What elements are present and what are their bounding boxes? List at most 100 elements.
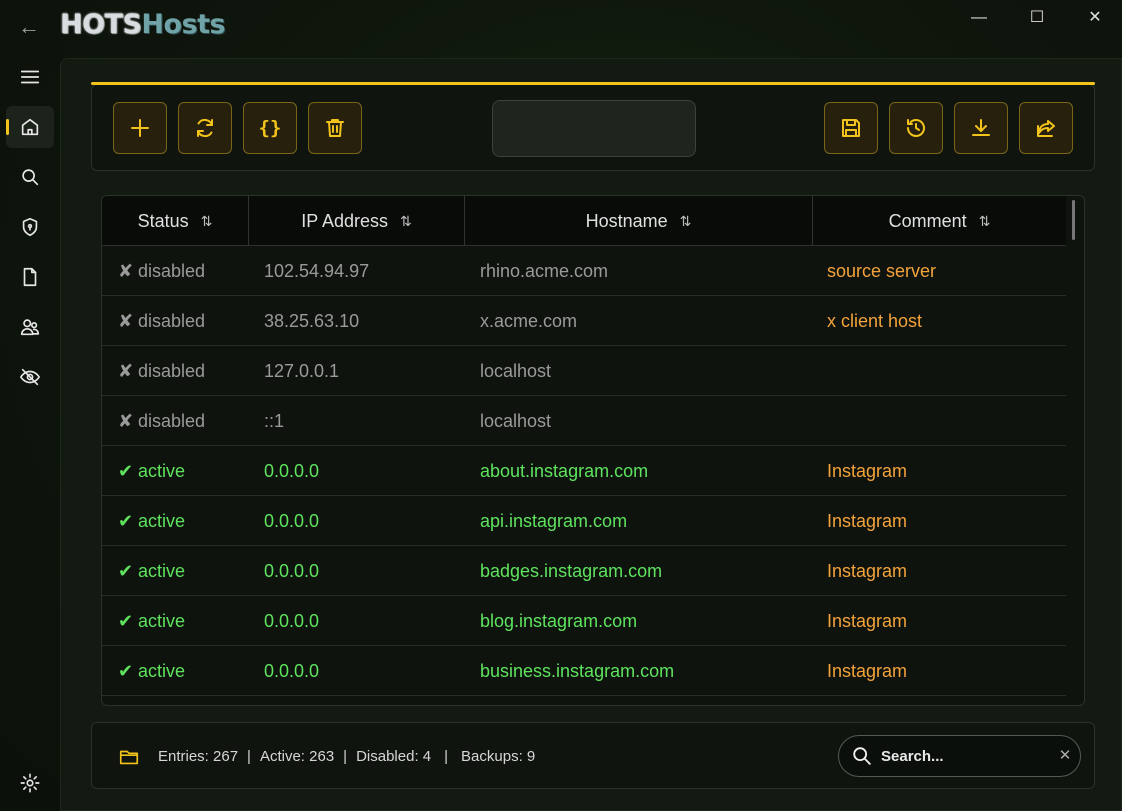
sidebar-item-hidden[interactable] (6, 356, 54, 398)
sidebar-item-search[interactable] (6, 156, 54, 198)
ip-cell: 0.0.0.0 (264, 511, 320, 531)
scrollbar[interactable] (1072, 200, 1075, 240)
ip-cell: ::1 (264, 411, 285, 431)
table-row[interactable]: ✔ active 0.0.0.0 business.instagram.com I… (102, 646, 1066, 696)
status-cell: ✔ active (118, 646, 185, 696)
hostname-cell: localhost (480, 411, 552, 431)
back-button[interactable]: ← (16, 14, 42, 40)
share-button[interactable] (1019, 102, 1073, 154)
table-row[interactable]: ✘ disabled 127.0.0.1 localhost (102, 346, 1066, 396)
ip-cell: 0.0.0.0 (264, 661, 320, 681)
comment-cell: Instagram (827, 611, 908, 631)
hostname-cell: business.instagram.com (480, 661, 675, 681)
status-bar: Entries: 267 | Active: 263 | Disabled: 4 | Bac… (91, 722, 1095, 789)
history-icon (907, 119, 925, 137)
x-mark-icon: ✘ (118, 261, 134, 281)
column-header-comment[interactable]: Comment ⇅ (813, 196, 1066, 246)
save-button[interactable] (824, 102, 878, 154)
status-text: active (138, 561, 186, 581)
trash-icon (326, 119, 344, 137)
disabled-count: Disabled: 4 (356, 748, 432, 765)
hostname-cell: x.acme.com (480, 311, 578, 331)
shield-icon (22, 217, 38, 237)
table-row[interactable]: ✘ disabled ::1 localhost (102, 396, 1066, 446)
ip-cell: 0.0.0.0 (264, 611, 320, 631)
column-header-ip[interactable]: IP Address ⇅ (249, 196, 465, 246)
check-mark-icon: ✔ (118, 661, 134, 681)
status-text: active (138, 461, 186, 481)
toolbar: {} (91, 82, 1095, 171)
comment-cell: Instagram (827, 561, 908, 581)
hostname-cell: localhost (480, 361, 552, 381)
column-header-status[interactable]: Status ⇅ (102, 196, 249, 246)
sort-icon: ⇅ (978, 212, 991, 229)
app-title: HOTSHosts (60, 9, 226, 40)
refresh-button[interactable] (178, 102, 232, 154)
sidebar-item-security[interactable] (6, 206, 54, 248)
table-row[interactable]: ✘ disabled 38.25.63.10 x.acme.com x clien… (102, 296, 1066, 346)
add-button[interactable] (113, 102, 167, 154)
home-icon (21, 118, 39, 136)
status-cell: ✔ active (118, 446, 185, 496)
column-header-label: Status (137, 210, 189, 231)
comment-cell: x client host (827, 311, 923, 331)
delete-button[interactable] (308, 102, 362, 154)
hostname-cell: about.instagram.com (480, 461, 649, 481)
table-header: Status ⇅ IP Address ⇅ Hostname ⇅ Comment ⇅ (102, 196, 1066, 246)
main-panel: {} Status ⇅ IP Address ⇅ Hostname ⇅ Comm… (60, 58, 1122, 811)
table-row[interactable]: ✔ active 0.0.0.0 blog.instagram.com Insta… (102, 596, 1066, 646)
maximize-button[interactable]: ☐ (1014, 6, 1060, 30)
x-mark-icon: ✘ (118, 361, 134, 381)
selection-indicator (6, 119, 9, 135)
column-header-label: IP Address (301, 210, 388, 231)
status-text: disabled (138, 311, 206, 331)
column-header-hostname[interactable]: Hostname ⇅ (465, 196, 813, 246)
table-row[interactable]: ✘ disabled 102.54.94.97 rhino.acme.com so… (102, 246, 1066, 296)
status-pill (492, 100, 696, 157)
clear-search-button[interactable]: ✕ (1055, 746, 1075, 766)
close-button[interactable]: ✕ (1072, 6, 1118, 30)
x-mark-icon: ✘ (118, 411, 134, 431)
ip-cell: 0.0.0.0 (264, 561, 320, 581)
status-cell: ✔ active (118, 546, 185, 596)
sort-icon: ⇅ (400, 212, 412, 229)
sidebar-item-documents[interactable] (6, 256, 54, 298)
json-button[interactable]: {} (243, 102, 297, 154)
status-text: active (138, 511, 186, 531)
sort-icon: ⇅ (679, 212, 692, 229)
sidebar-item-home[interactable] (6, 106, 54, 148)
braces-icon: {} (258, 117, 282, 139)
share-icon (1037, 120, 1055, 137)
ip-cell: 38.25.63.10 (264, 311, 360, 331)
folder-icon[interactable] (118, 746, 140, 768)
hostname-cell: api.instagram.com (480, 511, 628, 531)
status-cell: ✘ disabled (118, 246, 205, 296)
active-count: Active: 263 (259, 748, 335, 765)
search-box: ✕ (838, 735, 1081, 777)
hosts-table: Status ⇅ IP Address ⇅ Hostname ⇅ Comment ⇅ ✘… (101, 195, 1085, 706)
ip-cell: 127.0.0.1 (264, 361, 340, 381)
hostname-cell: badges.instagram.com (480, 561, 663, 581)
toolbar-accent-line (91, 82, 1095, 85)
column-header-label: Comment (888, 210, 967, 231)
status-text: disabled (138, 411, 206, 431)
status-text: disabled (138, 261, 206, 281)
minimize-button[interactable]: — (956, 6, 1002, 30)
search-input[interactable] (881, 742, 1041, 770)
table-row[interactable]: ✔ active 0.0.0.0 badges.instagram.com Ins… (102, 546, 1066, 596)
column-header-label: Hostname (585, 210, 668, 231)
separator: | (444, 748, 449, 765)
restore-button[interactable] (889, 102, 943, 154)
table-row[interactable]: ✔ active 0.0.0.0 about.instagram.com Inst… (102, 446, 1066, 496)
download-button[interactable] (954, 102, 1008, 154)
hamburger-icon (20, 70, 40, 84)
comment-cell: source server (827, 261, 937, 281)
status-cell: ✔ active (118, 596, 185, 646)
sidebar-item-menu[interactable] (6, 56, 54, 98)
table-row[interactable]: ✔ active 0.0.0.0 api.instagram.com Instag… (102, 496, 1066, 546)
sidebar-item-users[interactable] (6, 306, 54, 348)
sidebar-item-settings[interactable] (6, 762, 54, 804)
check-mark-icon: ✔ (118, 561, 134, 581)
status-text: disabled (138, 361, 206, 381)
status-cell: ✘ disabled (118, 346, 205, 396)
